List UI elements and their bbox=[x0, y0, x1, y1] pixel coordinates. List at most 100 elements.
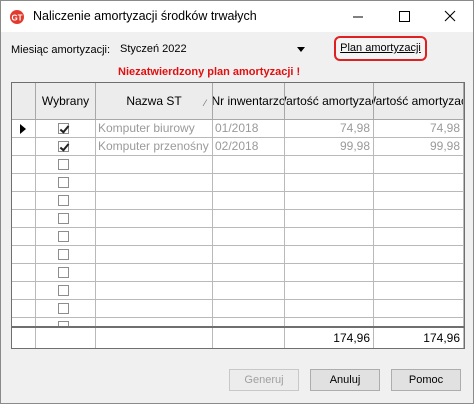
month-dropdown[interactable]: Styczeń 2022 bbox=[113, 40, 311, 60]
table-row[interactable]: Komputer przenośny 02/2018 99,98 99,98 bbox=[12, 138, 464, 156]
empty-cell bbox=[12, 318, 36, 326]
row-checkbox[interactable] bbox=[58, 231, 69, 242]
row-checkbox-cell[interactable] bbox=[36, 192, 96, 210]
row-checkbox[interactable] bbox=[58, 249, 69, 260]
empty-cell bbox=[96, 264, 213, 282]
row-indicator bbox=[12, 120, 36, 138]
table-row[interactable] bbox=[12, 246, 464, 264]
close-button[interactable] bbox=[427, 1, 473, 32]
empty-cell bbox=[213, 228, 285, 246]
row-checkbox-cell[interactable] bbox=[36, 138, 96, 156]
total-value-1: 174,96 bbox=[285, 328, 374, 348]
app-logo-icon: GT bbox=[10, 10, 24, 24]
row-checkbox-cell[interactable] bbox=[36, 246, 96, 264]
cancel-button[interactable]: Anuluj bbox=[310, 369, 380, 391]
header-name[interactable]: Nazwa ST ⁄ bbox=[96, 83, 213, 120]
empty-cell bbox=[96, 228, 213, 246]
row-checkbox-cell[interactable] bbox=[36, 174, 96, 192]
empty-cell bbox=[285, 300, 374, 318]
minimize-icon bbox=[353, 16, 363, 18]
empty-cell bbox=[285, 210, 374, 228]
table-row[interactable] bbox=[12, 300, 464, 318]
row-checkbox[interactable] bbox=[58, 123, 69, 134]
row-checkbox-cell[interactable] bbox=[36, 210, 96, 228]
row-checkbox-cell[interactable] bbox=[36, 156, 96, 174]
empty-cell bbox=[285, 282, 374, 300]
svg-text:GT: GT bbox=[11, 14, 22, 23]
row-checkbox-cell[interactable] bbox=[36, 120, 96, 138]
table-row[interactable] bbox=[12, 228, 464, 246]
empty-cell bbox=[213, 210, 285, 228]
table-row[interactable] bbox=[12, 192, 464, 210]
empty-cell bbox=[285, 246, 374, 264]
empty-cell bbox=[285, 156, 374, 174]
table-row[interactable] bbox=[12, 264, 464, 282]
row-checkbox[interactable] bbox=[58, 285, 69, 296]
window-title: Naliczenie amortyzacji środków trwałych bbox=[33, 9, 257, 23]
empty-cell bbox=[285, 192, 374, 210]
empty-cell bbox=[96, 156, 213, 174]
empty-cell bbox=[285, 318, 374, 326]
empty-cell bbox=[12, 228, 36, 246]
empty-cell bbox=[285, 228, 374, 246]
empty-cell bbox=[96, 210, 213, 228]
empty-cell bbox=[213, 156, 285, 174]
maximize-button[interactable] bbox=[381, 1, 427, 32]
empty-cell bbox=[12, 300, 36, 318]
unapproved-plan-warning: Niezatwierdzony plan amortyzacji ! bbox=[118, 66, 301, 78]
empty-cell bbox=[374, 210, 464, 228]
empty-cell bbox=[213, 300, 285, 318]
minimize-button[interactable] bbox=[335, 1, 381, 32]
empty-cell bbox=[374, 192, 464, 210]
row-checkbox-cell[interactable] bbox=[36, 300, 96, 318]
asset-inventory: 02/2018 bbox=[213, 138, 285, 156]
month-label: Miesiąc amortyzacji: bbox=[11, 44, 111, 56]
empty-cell bbox=[12, 282, 36, 300]
row-checkbox[interactable] bbox=[58, 213, 69, 224]
generate-button[interactable]: Generuj bbox=[229, 369, 299, 391]
asset-value-1: 74,98 bbox=[285, 120, 374, 138]
totals-empty-1 bbox=[36, 328, 96, 348]
close-icon bbox=[444, 10, 456, 22]
table-row[interactable]: Komputer biurowy 01/2018 74,98 74,98 bbox=[12, 120, 464, 138]
header-selected[interactable]: Wybrany bbox=[36, 83, 96, 120]
row-checkbox[interactable] bbox=[58, 159, 69, 170]
row-checkbox[interactable] bbox=[58, 303, 69, 314]
table-row[interactable] bbox=[12, 156, 464, 174]
empty-cell bbox=[96, 246, 213, 264]
assets-grid[interactable]: Wybrany Nazwa ST ⁄ Nr inwentarzo Wartość… bbox=[11, 82, 465, 327]
empty-cell bbox=[213, 264, 285, 282]
header-value-2[interactable]: Wartość amortyzacji bbox=[374, 83, 464, 120]
row-checkbox-cell[interactable] bbox=[36, 228, 96, 246]
empty-cell bbox=[374, 300, 464, 318]
table-row[interactable] bbox=[12, 210, 464, 228]
help-button[interactable]: Pomoc bbox=[391, 369, 461, 391]
row-checkbox[interactable] bbox=[58, 267, 69, 278]
row-checkbox-cell[interactable] bbox=[36, 264, 96, 282]
header-inventory[interactable]: Nr inwentarzo bbox=[213, 83, 285, 120]
totals-row: 174,96 174,96 bbox=[11, 327, 465, 349]
title-bar: GT Naliczenie amortyzacji środków trwały… bbox=[1, 1, 473, 32]
sort-icon: ⁄ bbox=[204, 98, 206, 108]
empty-cell bbox=[96, 174, 213, 192]
header-value-1[interactable]: Wartość amortyzacji bbox=[285, 83, 374, 120]
row-checkbox[interactable] bbox=[58, 141, 69, 152]
plan-amortyzacji-link[interactable]: Plan amortyzacji bbox=[336, 42, 425, 54]
table-row[interactable] bbox=[12, 174, 464, 192]
row-checkbox-cell[interactable] bbox=[36, 282, 96, 300]
empty-cell bbox=[12, 210, 36, 228]
header-name-label: Nazwa ST bbox=[126, 94, 182, 108]
row-checkbox[interactable] bbox=[58, 177, 69, 188]
empty-cell bbox=[213, 174, 285, 192]
plan-amortyzacji-button[interactable]: Plan amortyzacji bbox=[334, 36, 427, 61]
totals-empty-3 bbox=[213, 328, 285, 348]
empty-cell bbox=[213, 282, 285, 300]
row-checkbox-cell[interactable] bbox=[36, 318, 96, 326]
row-checkbox[interactable] bbox=[58, 195, 69, 206]
empty-cell bbox=[96, 192, 213, 210]
empty-cell bbox=[12, 156, 36, 174]
asset-name: Komputer przenośny bbox=[96, 138, 213, 156]
row-indicator bbox=[12, 138, 36, 156]
table-row[interactable] bbox=[12, 318, 464, 326]
table-row[interactable] bbox=[12, 282, 464, 300]
